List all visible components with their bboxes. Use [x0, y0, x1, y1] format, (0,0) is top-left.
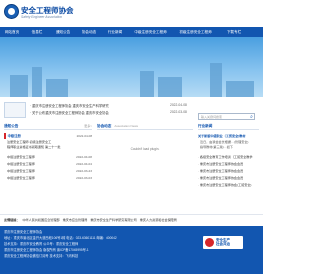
footer-line: 重庆市注册安全工程师协会 — [4, 230, 43, 234]
notice-date: 2022-04-08 — [170, 103, 187, 107]
nav-info[interactable]: 信息栏 — [24, 27, 50, 37]
industry-section-header: 行业新闻 — [198, 123, 259, 130]
nav-association-news[interactable]: 协会动态 — [76, 27, 102, 37]
list-date: 2022-03-23 — [76, 168, 92, 173]
search-input[interactable]: 输入关键词搜索 — [198, 113, 255, 120]
nav-downloads[interactable]: 下载专栏 — [218, 27, 250, 37]
notices-section-title[interactable]: 通知公告 — [4, 124, 18, 129]
table-row[interactable]: 中级注册安全工程师 2022-04-04 — [7, 161, 92, 167]
table-row[interactable]: 中级注册安全工程师 2022-04-08 — [7, 154, 92, 160]
plugin-placeholder: Couldn't load plugin. — [130, 147, 160, 151]
friend-link[interactable]: 中华人民共和国应急管理部 — [22, 217, 59, 222]
accent-bar — [4, 132, 6, 139]
list-item[interactable]: · 重庆市注册安全工程师协会(工贸安全) — [198, 182, 251, 187]
friend-link[interactable]: 重庆市应急管理局 — [63, 217, 88, 222]
notices-more-link[interactable]: 更多> — [84, 124, 92, 128]
site-footer: 重庆市注册安全工程师协会 地址：重庆市渝北区金开大道西段106号1幢 电话：02… — [0, 226, 263, 274]
banner-building — [140, 71, 154, 97]
right-feature-title[interactable]: 关于新版中级职业（工贸安全)教材 — [198, 133, 245, 138]
news-section-title[interactable]: 协会动态 — [97, 124, 111, 129]
hero-banner — [0, 37, 263, 97]
list-date: 2022-04-08 — [76, 154, 92, 159]
list-item[interactable]: · 重庆市注册安全工程师协会会员 — [198, 175, 243, 180]
notice-item[interactable]: · 重庆市注册安全工程师协会 重庆市安全生产科学研究 — [30, 102, 109, 108]
left-feature-heading: 中级注册 2022-04-08 — [4, 132, 92, 139]
nav-notices[interactable]: 通知公告 — [50, 27, 76, 37]
list-item[interactable]: 中级注册安全工程师 — [7, 161, 35, 166]
notice-item[interactable]: · 关于公布重庆市注册安全工程师协会 重庆市安全协会 — [30, 109, 109, 115]
badge-line: 社会共治 — [216, 242, 230, 247]
safety-badge[interactable]: 安全生产 社会共治 — [203, 236, 243, 249]
site-subtitle: Safety Engineer Association — [21, 15, 63, 19]
site-header: 安全工程师协会 Safety Engineer Association — [0, 0, 263, 27]
left-feature-title[interactable]: 中级注册 — [8, 133, 21, 138]
notice-icon — [4, 102, 26, 118]
nav-home[interactable]: 网站首页 — [0, 27, 24, 37]
footer-line: 重庆安全工程师协会微信订阅号 技术支持：飞讯科技 — [4, 254, 79, 258]
left-feature-line: 程师职业资格证书领取通知 第二十一批 — [7, 145, 61, 149]
notices-section-header: 通知公告 更多> — [4, 123, 92, 130]
notice-date: 2022-03-08 — [170, 110, 187, 114]
industry-section-title[interactable]: 行业新闻 — [198, 124, 212, 129]
banner-building — [210, 63, 222, 97]
association-logo-icon[interactable] — [4, 4, 19, 19]
news-section-subtitle: Association News — [114, 124, 139, 128]
news-section-header: 协会动态 Association News — [97, 123, 193, 130]
safety-shield-icon — [205, 238, 214, 247]
banner-building — [10, 75, 28, 97]
friend-link[interactable]: 重庆市安全生产科学研究有限公司 — [90, 217, 136, 222]
footer-line: 重庆市注册安全工程师协会 版权所有 渝ICP备17045995号-1 — [4, 248, 89, 252]
nav-junior-engineer[interactable]: 初级注册安全工程师 — [173, 27, 218, 37]
footer-line: 地址：重庆市渝北区金开大道西段106号1幢 电话：023-63601111 邮编… — [4, 236, 117, 240]
banner-building — [226, 81, 254, 97]
list-item[interactable]: 中级注册安全工程师 — [7, 168, 35, 173]
nav-intermediate-engineer[interactable]: 中级注册安全工程师 — [128, 27, 173, 37]
banner-building — [32, 67, 42, 97]
banner-building — [46, 79, 68, 97]
right-feature-line: 指导教材(第三版)…如下 — [200, 145, 233, 149]
list-item[interactable]: 中级注册安全工程师 — [7, 154, 35, 159]
list-item[interactable]: · 重庆市注册安全工程师协会会员 — [198, 168, 243, 173]
table-row[interactable]: 中级注册安全工程师 2022-03-03 — [7, 175, 92, 181]
footer-line: 技术支持：重庆市安全教育 公众号：重庆安全工程师 — [4, 242, 79, 246]
banner-building — [158, 77, 182, 97]
search-icon[interactable]: ⌕ — [248, 113, 255, 120]
list-date: 2022-04-04 — [76, 161, 92, 166]
list-date: 2022-03-03 — [76, 175, 92, 180]
list-item[interactable]: · 各级安全教育工作培训（工贸安全教学 — [198, 154, 252, 159]
friend-link[interactable]: 重庆人力资源和社会保障局 — [140, 217, 177, 222]
left-feature-date: 2022-04-08 — [76, 133, 92, 138]
main-nav: 网站首页 信息栏 通知公告 协会动态 行业新闻 中级注册安全工程师 初级注册安全… — [0, 27, 263, 37]
badge-text: 安全生产 社会共治 — [216, 238, 230, 247]
links-label: 友情链接： — [4, 217, 20, 222]
list-item[interactable]: · 重庆市注册安全工程师协会会员 — [198, 161, 243, 166]
logo-inner — [8, 8, 15, 15]
list-item[interactable]: 中级注册安全工程师 — [7, 175, 35, 180]
nav-industry-news[interactable]: 行业新闻 — [102, 27, 128, 37]
friend-links: 友情链接： 中华人民共和国应急管理部 重庆市应急管理局 重庆市安全生产科学研究有… — [0, 214, 263, 223]
table-row[interactable]: 中级注册安全工程师 2022-03-23 — [7, 168, 92, 174]
